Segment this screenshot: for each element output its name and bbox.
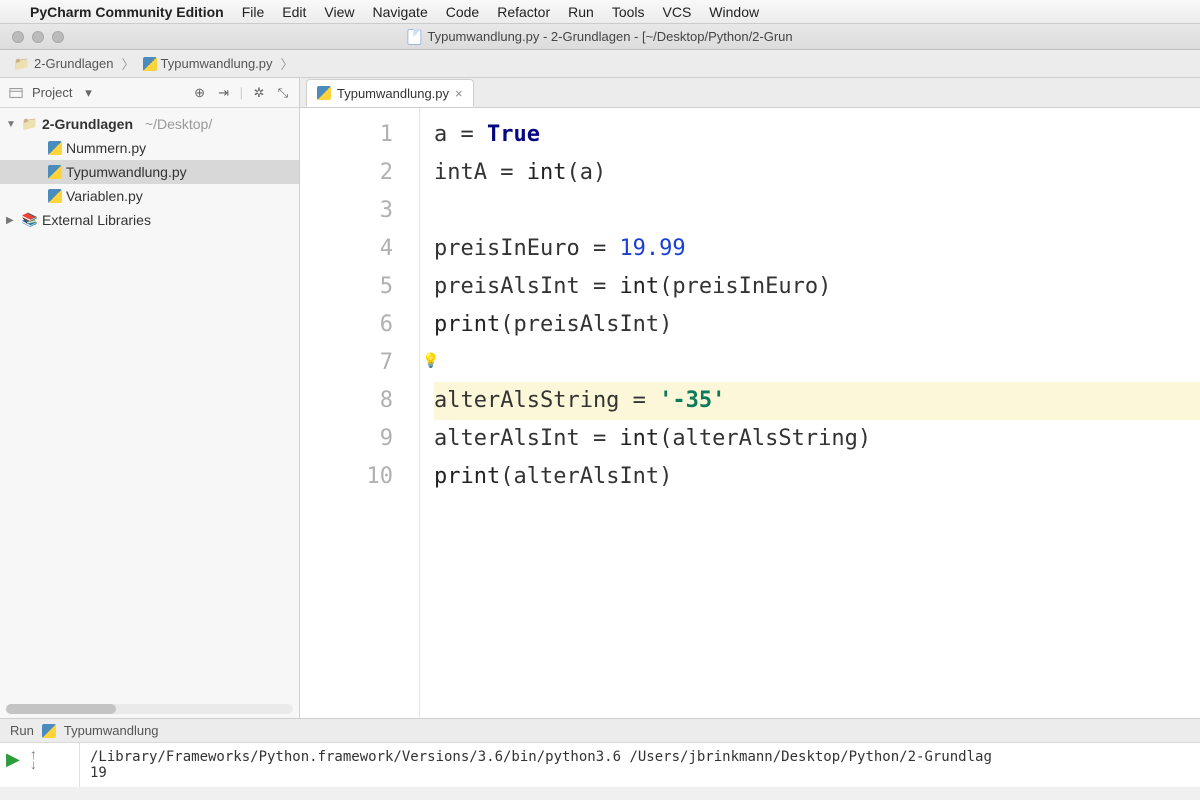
python-file-icon	[42, 724, 56, 738]
run-controls: ▶ ↑↓	[0, 743, 80, 787]
horizontal-scrollbar[interactable]	[6, 704, 293, 714]
breadcrumb-folder-label: 2-Grundlagen	[34, 56, 114, 71]
close-icon[interactable]: ×	[455, 86, 463, 101]
chevron-right-icon[interactable]: ▶	[6, 215, 18, 226]
line-number-gutter: 12345678910	[300, 108, 420, 718]
tree-file-label: Typumwandlung.py	[66, 164, 187, 180]
hide-icon[interactable]: ⤡	[275, 85, 291, 101]
project-view-icon[interactable]	[8, 85, 24, 101]
code-line[interactable]	[434, 192, 1200, 230]
lightbulb-icon[interactable]: 💡	[422, 342, 439, 380]
breadcrumb-file-label: Typumwandlung.py	[161, 56, 273, 71]
project-tree[interactable]: ▼ 2-Grundlagen ~/Desktop/ Nummern.py Typ…	[0, 108, 299, 700]
breadcrumb: 2-Grundlagen 〉 Typumwandlung.py 〉	[0, 50, 1200, 78]
console-output[interactable]: /Library/Frameworks/Python.framework/Ver…	[80, 743, 1200, 787]
code-line[interactable]: a = True	[434, 116, 1200, 154]
code-line[interactable]: alterAlsString = '-35'	[434, 382, 1200, 420]
editor-pane: Typumwandlung.py × 12345678910 💡 a = Tru…	[300, 78, 1200, 718]
python-file-icon	[317, 86, 331, 100]
python-file-icon	[48, 165, 62, 179]
python-file-icon	[143, 57, 157, 71]
line-number: 9	[300, 420, 393, 458]
menu-tools[interactable]: Tools	[612, 4, 645, 20]
collapse-icon[interactable]: ⇥	[216, 85, 232, 101]
gear-icon[interactable]: ✲	[251, 85, 267, 101]
editor-tabs: Typumwandlung.py ×	[300, 78, 1200, 108]
tree-external-label: External Libraries	[42, 212, 151, 228]
line-number: 6	[300, 306, 393, 344]
line-number: 7	[300, 344, 393, 382]
sidebar-toolbar: Project ▾ ⊕ ⇥ | ✲ ⤡	[0, 78, 299, 108]
console-command: /Library/Frameworks/Python.framework/Ver…	[90, 749, 1190, 765]
tree-external-libs[interactable]: ▶ External Libraries	[0, 208, 299, 232]
run-tool-window: Run Typumwandlung ▶ ↑↓ /Library/Framewor…	[0, 718, 1200, 787]
window-title-text: Typumwandlung.py - 2-Grundlagen - [~/Des…	[427, 29, 792, 44]
tree-root-path: ~/Desktop/	[145, 116, 212, 132]
menu-window[interactable]: Window	[709, 4, 759, 20]
python-file-icon	[48, 141, 62, 155]
editor-tab-label: Typumwandlung.py	[337, 86, 449, 101]
menu-run[interactable]: Run	[568, 4, 594, 20]
menu-refactor[interactable]: Refactor	[497, 4, 550, 20]
menu-edit[interactable]: Edit	[282, 4, 306, 20]
menu-vcs[interactable]: VCS	[663, 4, 692, 20]
folder-icon	[14, 56, 30, 72]
line-number: 2	[300, 154, 393, 192]
line-number: 4	[300, 230, 393, 268]
code-line[interactable]: preisInEuro = 19.99	[434, 230, 1200, 268]
code-line[interactable]: print(preisAlsInt)	[434, 306, 1200, 344]
breadcrumb-file[interactable]: Typumwandlung.py	[139, 54, 277, 73]
menu-code[interactable]: Code	[446, 4, 479, 20]
code-line[interactable]: intA = int(a)	[434, 154, 1200, 192]
line-number: 1	[300, 116, 393, 154]
play-icon[interactable]: ▶	[6, 749, 20, 770]
code-line[interactable]: print(alterAlsInt)	[434, 458, 1200, 496]
tree-file-label: Variablen.py	[66, 188, 143, 204]
mac-menubar: PyCharm Community Edition File Edit View…	[0, 0, 1200, 24]
python-file-icon	[48, 189, 62, 203]
editor-tab-active[interactable]: Typumwandlung.py ×	[306, 79, 474, 107]
line-number: 8	[300, 382, 393, 420]
menu-navigate[interactable]: Navigate	[372, 4, 427, 20]
window-titlebar: Typumwandlung.py - 2-Grundlagen - [~/Des…	[0, 24, 1200, 50]
tree-root-name: 2-Grundlagen	[42, 116, 133, 132]
line-number: 3	[300, 192, 393, 230]
library-icon	[22, 212, 38, 228]
tree-file-selected[interactable]: Typumwandlung.py	[0, 160, 299, 184]
breadcrumb-folder[interactable]: 2-Grundlagen	[10, 54, 118, 74]
code-line[interactable]: preisAlsInt = int(preisInEuro)	[434, 268, 1200, 306]
menu-view[interactable]: View	[324, 4, 354, 20]
scroll-to-end-icon[interactable]: ↑↓	[30, 749, 37, 769]
line-number: 10	[300, 458, 393, 496]
chevron-down-icon[interactable]: ▼	[6, 119, 18, 130]
run-header[interactable]: Run Typumwandlung	[0, 719, 1200, 743]
run-label: Run	[10, 723, 34, 738]
zoom-window-icon[interactable]	[52, 31, 64, 43]
close-window-icon[interactable]	[12, 31, 24, 43]
scrollbar-thumb[interactable]	[6, 704, 116, 714]
tree-root[interactable]: ▼ 2-Grundlagen ~/Desktop/	[0, 112, 299, 136]
code-editor[interactable]: 12345678910 💡 a = TrueintA = int(a) preis…	[300, 108, 1200, 718]
folder-icon	[22, 116, 38, 132]
target-icon[interactable]: ⊕	[192, 85, 208, 101]
code-lines[interactable]: 💡 a = TrueintA = int(a) preisInEuro = 19.…	[420, 108, 1200, 718]
code-line[interactable]: alterAlsInt = int(alterAlsString)	[434, 420, 1200, 458]
tree-file-label: Nummern.py	[66, 140, 146, 156]
run-config-name: Typumwandlung	[64, 723, 159, 738]
line-number: 5	[300, 268, 393, 306]
code-line[interactable]	[434, 344, 1200, 382]
console-stdout: 19	[90, 765, 1190, 781]
sidebar-title[interactable]: Project	[32, 85, 72, 100]
menubar-app-name[interactable]: PyCharm Community Edition	[30, 4, 224, 20]
project-sidebar: Project ▾ ⊕ ⇥ | ✲ ⤡ ▼ 2-Grundlagen ~/Des…	[0, 78, 300, 718]
chevron-right-icon: 〉	[122, 54, 135, 73]
minimize-window-icon[interactable]	[32, 31, 44, 43]
chevron-down-icon[interactable]: ▾	[80, 85, 96, 101]
tree-file[interactable]: Variablen.py	[0, 184, 299, 208]
menu-file[interactable]: File	[242, 4, 265, 20]
chevron-right-icon: 〉	[281, 54, 294, 73]
tree-file[interactable]: Nummern.py	[0, 136, 299, 160]
document-icon	[407, 29, 421, 45]
